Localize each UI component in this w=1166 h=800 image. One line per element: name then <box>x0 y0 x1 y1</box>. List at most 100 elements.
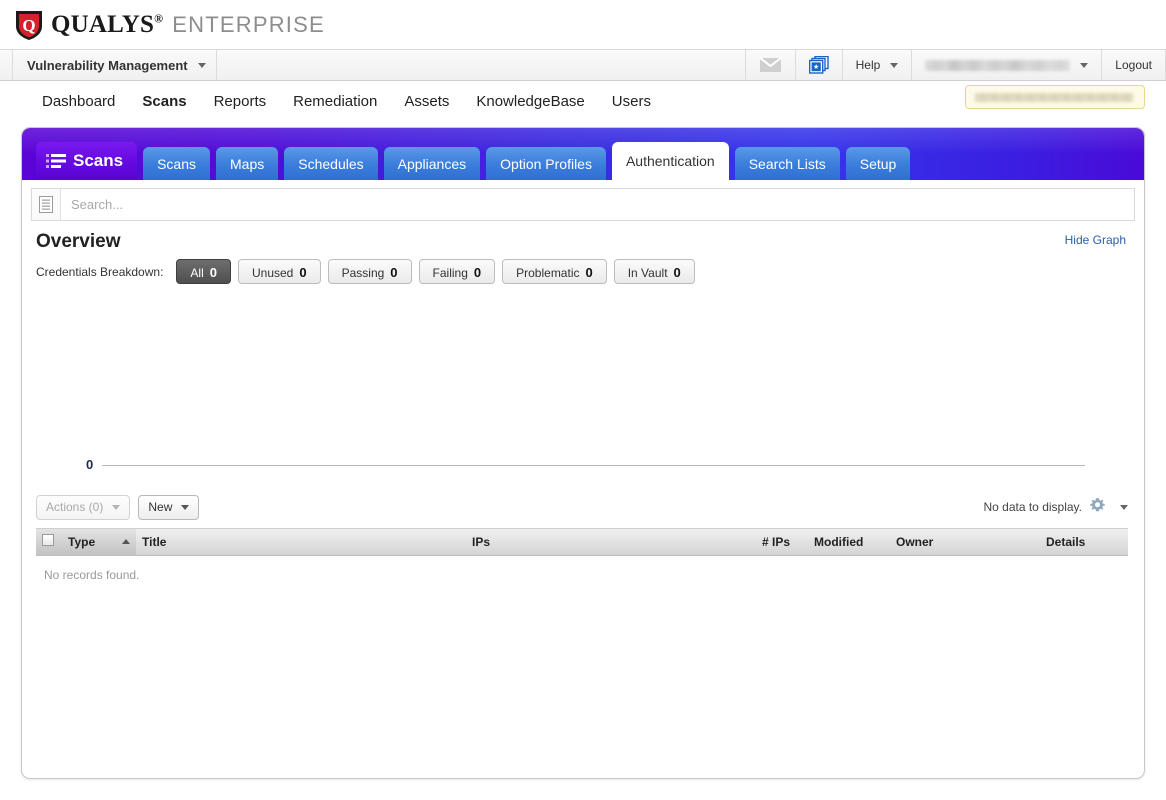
panel-brand-tab: Scans <box>36 142 137 180</box>
breakdown-filter-in-vault-count: 0 <box>674 260 681 285</box>
chevron-down-icon <box>181 505 189 510</box>
tab-appliances[interactable]: Appliances <box>384 147 481 180</box>
column-header-ips[interactable]: IPs <box>466 529 756 555</box>
main-navigation: Dashboard Scans Reports Remediation Asse… <box>0 81 1166 121</box>
column-header-title[interactable]: Title <box>136 529 466 555</box>
module-bar-right: ★ Help Logout <box>745 50 1166 80</box>
breakdown-filter-passing[interactable]: Passing 0 <box>328 259 412 284</box>
table-empty-message: No records found. <box>36 555 1128 594</box>
table-header-row: Type Title IPs # IPs Modified Owner Deta… <box>36 529 1128 555</box>
chevron-down-icon <box>1080 63 1088 68</box>
breakdown-filter-problematic[interactable]: Problematic 0 <box>502 259 607 284</box>
new-button-label: New <box>148 500 172 514</box>
sort-asc-icon <box>122 539 130 544</box>
credentials-breakdown-label: Credentials Breakdown: <box>36 265 163 279</box>
module-tab-strip: Scans Scans Maps Schedules Appliances Op… <box>22 128 1144 180</box>
mail-button[interactable] <box>745 50 795 80</box>
search-input[interactable] <box>61 189 1134 220</box>
breakdown-filter-problematic-count: 0 <box>585 260 592 285</box>
chart-baseline <box>102 465 1085 466</box>
breakdown-filter-problematic-label: Problematic <box>516 261 579 286</box>
breakdown-filter-in-vault-label: In Vault <box>628 261 668 286</box>
chevron-down-icon <box>112 505 120 510</box>
grid-settings-button[interactable] <box>1090 497 1128 517</box>
grid-toolbar-right: No data to display. <box>983 497 1128 517</box>
no-data-label: No data to display. <box>983 500 1082 514</box>
column-header-modified[interactable]: Modified <box>808 529 890 555</box>
user-name-redacted <box>925 60 1070 71</box>
table-empty-row: No records found. <box>36 555 1128 594</box>
content-panel: Scans Scans Maps Schedules Appliances Op… <box>21 127 1145 779</box>
nav-item-dashboard[interactable]: Dashboard <box>42 93 115 110</box>
nav-item-users[interactable]: Users <box>612 93 651 110</box>
column-header-owner[interactable]: Owner <box>890 529 1040 555</box>
module-selector-label: Vulnerability Management <box>27 58 188 73</box>
qualys-shield-icon: Q <box>14 9 44 41</box>
tab-schedules[interactable]: Schedules <box>284 147 377 180</box>
new-button[interactable]: New <box>138 495 199 520</box>
nav-item-reports[interactable]: Reports <box>214 93 267 110</box>
tab-search-lists[interactable]: Search Lists <box>735 147 840 180</box>
breakdown-filter-all[interactable]: All 0 <box>176 259 231 284</box>
list-icon <box>46 153 66 169</box>
column-header-type-label: Type <box>68 535 95 549</box>
notification-banner[interactable] <box>965 85 1145 109</box>
column-header-type[interactable]: Type <box>62 529 136 555</box>
filter-list-icon[interactable] <box>32 189 61 220</box>
nav-item-knowledgebase[interactable]: KnowledgeBase <box>476 93 584 110</box>
chevron-down-icon <box>1120 505 1128 510</box>
apps-icon: ★ <box>809 56 829 74</box>
table-body: No records found. <box>36 555 1128 594</box>
svg-text:Q: Q <box>22 16 35 35</box>
gear-icon <box>1090 497 1105 517</box>
logout-label: Logout <box>1115 58 1152 72</box>
tab-option-profiles[interactable]: Option Profiles <box>486 147 606 180</box>
module-bar: Vulnerability Management ★ <box>0 50 1166 81</box>
panel-brand-label: Scans <box>73 151 123 171</box>
svg-text:★: ★ <box>813 63 819 71</box>
brand-name: QUALYS® <box>51 12 163 37</box>
mail-icon <box>759 57 782 73</box>
breakdown-filter-unused[interactable]: Unused 0 <box>238 259 321 284</box>
tab-authentication[interactable]: Authentication <box>612 142 729 180</box>
breakdown-filter-passing-count: 0 <box>390 260 397 285</box>
overview-section: Overview Hide Graph Credentials Breakdow… <box>22 221 1144 284</box>
tab-scans[interactable]: Scans <box>143 147 210 180</box>
help-menu[interactable]: Help <box>842 50 912 80</box>
module-selector[interactable]: Vulnerability Management <box>12 50 217 80</box>
apps-button[interactable]: ★ <box>795 50 842 80</box>
breakdown-filter-failing-label: Failing <box>433 261 468 286</box>
brand-edition: ENTERPRISE <box>172 14 325 36</box>
breakdown-filter-all-label: All <box>190 261 203 286</box>
overview-chart: 0 <box>36 293 1128 478</box>
nav-item-assets[interactable]: Assets <box>404 93 449 110</box>
help-label: Help <box>856 58 881 72</box>
brand-bar: Q QUALYS® ENTERPRISE <box>0 0 1166 50</box>
breakdown-filter-in-vault[interactable]: In Vault 0 <box>614 259 695 284</box>
qualys-logo[interactable]: Q QUALYS® ENTERPRISE <box>14 9 325 41</box>
nav-item-remediation[interactable]: Remediation <box>293 93 377 110</box>
breakdown-filter-all-count: 0 <box>210 260 217 285</box>
breakdown-filter-failing[interactable]: Failing 0 <box>419 259 496 284</box>
tab-maps[interactable]: Maps <box>216 147 278 180</box>
column-header-num-ips[interactable]: # IPs <box>756 529 808 555</box>
credentials-table: Type Title IPs # IPs Modified Owner Deta… <box>36 528 1128 594</box>
user-menu[interactable] <box>911 50 1101 80</box>
breakdown-filter-unused-count: 0 <box>299 260 306 285</box>
chevron-down-icon <box>198 63 206 68</box>
chevron-down-icon <box>890 63 898 68</box>
notification-text-redacted <box>975 93 1133 102</box>
hide-graph-link[interactable]: Hide Graph <box>1065 233 1126 247</box>
logout-button[interactable]: Logout <box>1101 50 1166 80</box>
breakdown-filter-passing-label: Passing <box>342 261 385 286</box>
column-select-all[interactable] <box>36 529 62 555</box>
column-header-details[interactable]: Details <box>1040 529 1128 555</box>
actions-button[interactable]: Actions (0) <box>36 495 130 520</box>
tab-setup[interactable]: Setup <box>846 147 911 180</box>
nav-item-scans[interactable]: Scans <box>142 93 186 110</box>
breakdown-filter-unused-label: Unused <box>252 261 293 286</box>
breakdown-filter-failing-count: 0 <box>474 260 481 285</box>
grid-toolbar: Actions (0) New No data to display. <box>36 492 1128 522</box>
brand-trademark: ® <box>154 12 163 26</box>
checkbox-icon[interactable] <box>42 534 54 546</box>
